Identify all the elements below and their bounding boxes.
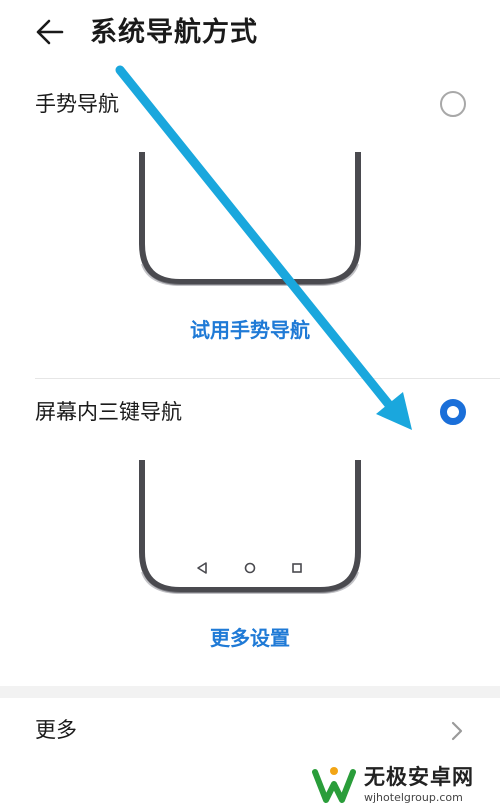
watermark-url: wjhotelgroup.com	[364, 791, 463, 804]
triangle-back-icon	[197, 562, 207, 574]
watermark: 无极安卓网 wjhotelgroup.com	[312, 762, 500, 809]
option-label-three-key[interactable]: 屏幕内三键导航	[35, 397, 182, 427]
square-recents-icon	[292, 563, 302, 573]
radio-gesture-navigation[interactable]	[440, 91, 466, 117]
gesture-navigation-preview	[139, 152, 361, 286]
watermark-logo-icon	[312, 767, 356, 803]
section-separator	[0, 686, 500, 698]
three-key-navigation-preview	[139, 460, 361, 594]
more-settings-link[interactable]: 更多设置	[0, 623, 500, 653]
chevron-right-icon	[451, 721, 463, 741]
option-label-gesture[interactable]: 手势导航	[35, 89, 119, 119]
divider	[35, 378, 500, 379]
circle-home-icon	[244, 562, 256, 574]
radio-three-key-navigation[interactable]	[440, 399, 466, 425]
page-title: 系统导航方式	[90, 17, 258, 48]
back-arrow-icon[interactable]	[32, 14, 68, 50]
try-gesture-link[interactable]: 试用手势导航	[0, 315, 500, 345]
more-label: 更多	[35, 718, 77, 742]
watermark-title: 无极安卓网	[364, 765, 474, 789]
header-bar: 系统导航方式	[0, 0, 500, 66]
more-row[interactable]: 更多	[0, 698, 500, 766]
